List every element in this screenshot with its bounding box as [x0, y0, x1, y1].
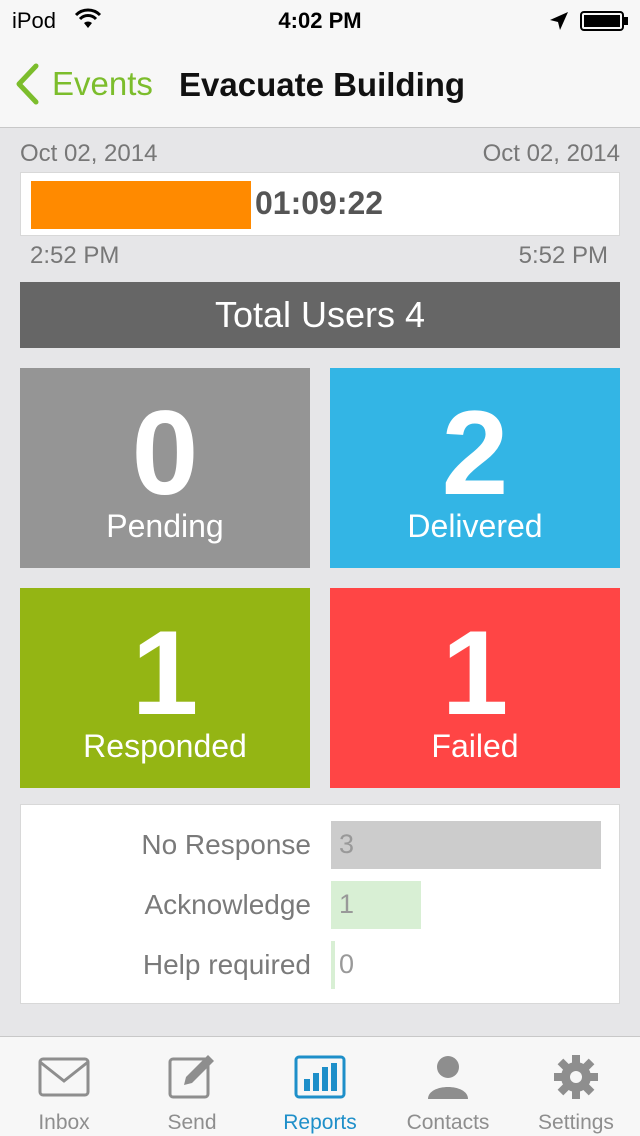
- start-date: Oct 02, 2014: [20, 140, 158, 167]
- response-label: Help required: [142, 949, 311, 980]
- pending-label: Pending: [106, 508, 224, 544]
- bar-chart-icon: [294, 1055, 346, 1099]
- tab-send[interactable]: Send: [128, 1037, 256, 1136]
- end-time: 5:52 PM: [518, 242, 608, 269]
- tab-label: Inbox: [38, 1111, 90, 1134]
- response-row[interactable]: Help required 0: [21, 941, 621, 989]
- page-title: Evacuate Building: [179, 66, 466, 103]
- tab-settings[interactable]: Settings: [512, 1037, 640, 1136]
- tab-label: Contacts: [406, 1111, 490, 1134]
- envelope-icon: [38, 1057, 90, 1097]
- tab-contacts[interactable]: Contacts: [384, 1037, 512, 1136]
- status-time: 4:02 PM: [278, 8, 362, 33]
- compose-icon: [168, 1055, 214, 1099]
- battery-icon: [580, 11, 628, 31]
- delivered-label: Delivered: [407, 508, 543, 544]
- start-time: 2:52 PM: [30, 242, 120, 269]
- response-value: 0: [339, 949, 355, 979]
- tab-label: Send: [167, 1111, 217, 1134]
- chevron-left-icon: [16, 63, 39, 105]
- response-breakdown-panel: No Response 3 Acknowledge 1 Help require…: [20, 804, 620, 1004]
- delivered-count: 2: [441, 386, 509, 520]
- response-value: 3: [339, 829, 355, 859]
- response-bar: [331, 941, 335, 989]
- event-progress-bar: 01:09:22: [20, 172, 620, 236]
- status-bar: iPod 4:02 PM: [0, 0, 640, 40]
- response-row[interactable]: Acknowledge 1: [21, 881, 621, 929]
- failed-count: 1: [441, 606, 509, 740]
- pending-count: 0: [131, 386, 199, 520]
- pending-tile[interactable]: 0 Pending: [20, 368, 310, 568]
- failed-tile[interactable]: 1 Failed: [330, 588, 620, 788]
- nav-bar: Events Evacuate Building: [0, 40, 640, 128]
- location-arrow-icon: [550, 12, 568, 30]
- response-label: Acknowledge: [144, 889, 311, 920]
- responded-tile[interactable]: 1 Responded: [20, 588, 310, 788]
- failed-label: Failed: [431, 728, 519, 764]
- response-label: No Response: [141, 829, 311, 860]
- time-remaining: 01:09:22: [255, 185, 384, 221]
- back-label: Events: [52, 65, 153, 102]
- tab-bar: Inbox Send Reports Contacts Settings: [0, 1036, 640, 1136]
- tab-reports[interactable]: Reports: [256, 1037, 384, 1136]
- responded-count: 1: [131, 606, 199, 740]
- back-button[interactable]: Events: [14, 62, 153, 106]
- tab-label: Settings: [538, 1111, 614, 1134]
- tab-label: Reports: [283, 1111, 357, 1134]
- person-icon: [428, 1056, 468, 1099]
- response-bar: [331, 821, 601, 869]
- delivered-tile[interactable]: 2 Delivered: [330, 368, 620, 568]
- response-value: 1: [339, 889, 355, 919]
- tab-inbox[interactable]: Inbox: [0, 1037, 128, 1136]
- event-progress-fill: [31, 181, 251, 229]
- responded-label: Responded: [83, 728, 247, 764]
- gear-icon: [554, 1055, 598, 1099]
- total-users-header: Total Users 4: [20, 282, 620, 348]
- response-row[interactable]: No Response 3: [21, 821, 621, 869]
- end-date: Oct 02, 2014: [482, 140, 620, 167]
